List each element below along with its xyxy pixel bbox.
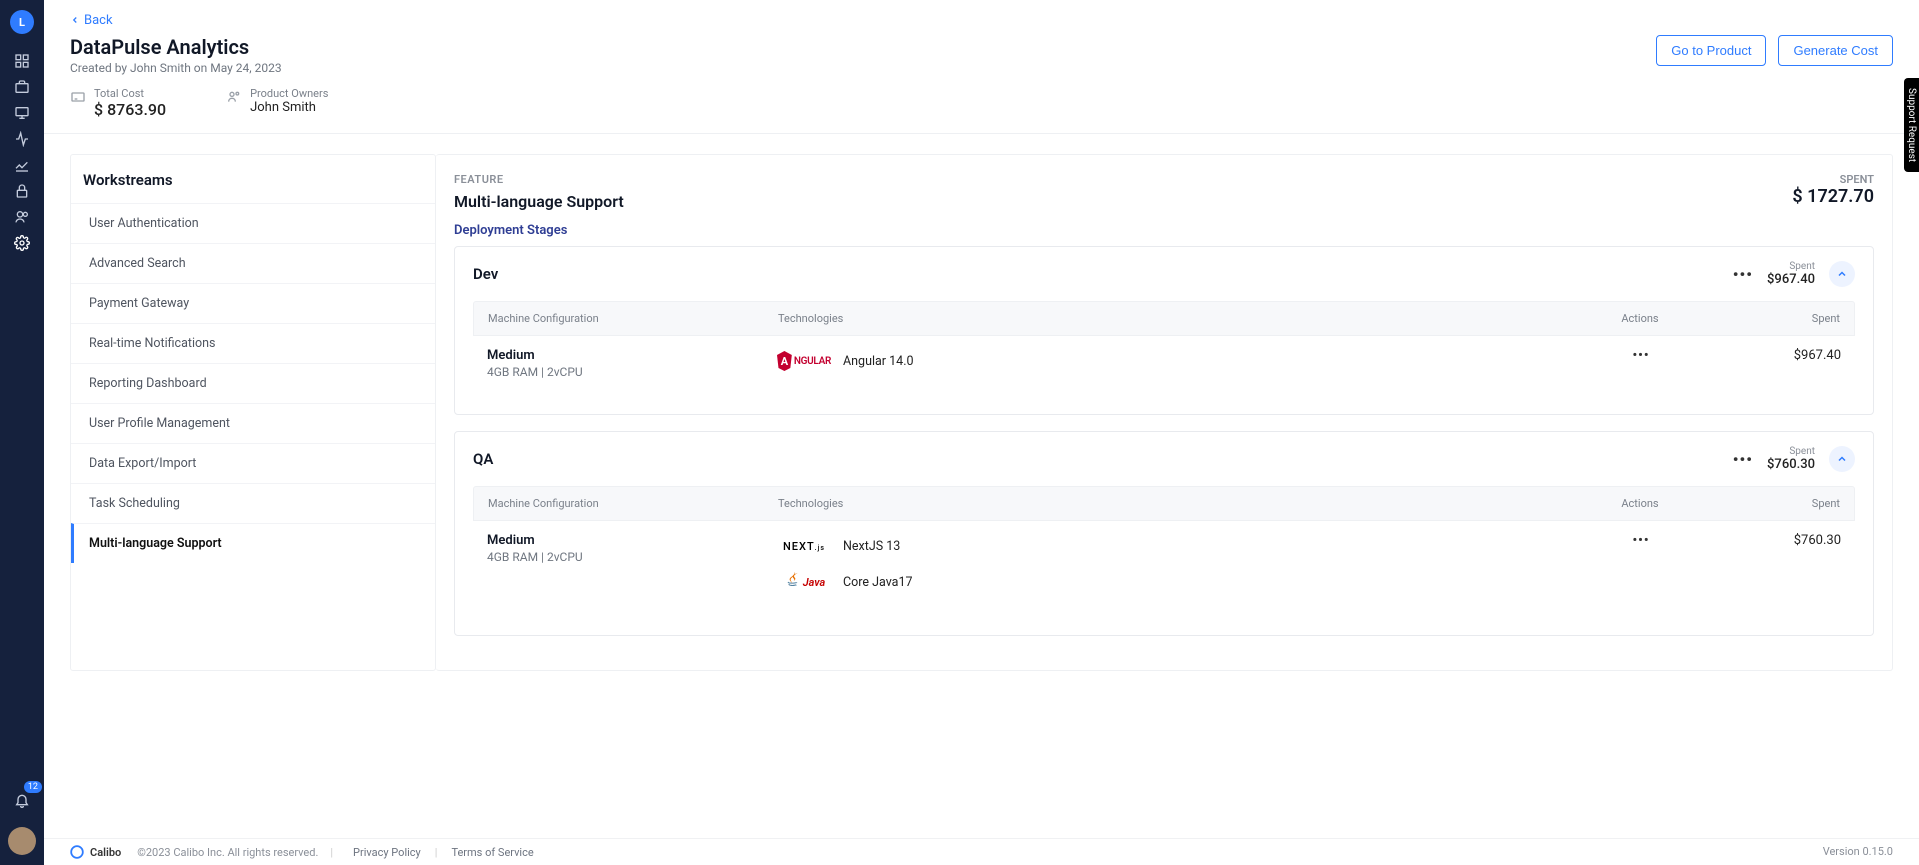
workstream-item[interactable]: Reporting Dashboard	[71, 363, 435, 403]
col-actions: Actions	[1560, 312, 1720, 325]
machine-spec: 4GB RAM | 2vCPU	[487, 550, 777, 564]
workstream-item[interactable]: Data Export/Import	[71, 443, 435, 483]
product-title: DataPulse Analytics	[70, 35, 282, 59]
col-spent: Spent	[1720, 312, 1840, 325]
stage-spent-label: Spent	[1767, 261, 1815, 272]
row-spent: $760.30	[1721, 533, 1841, 548]
col-technologies: Technologies	[778, 497, 1560, 510]
row-actions-menu[interactable]: •••	[1632, 348, 1649, 363]
table-row: Medium 4GB RAM | 2vCPUANGULARAngular 14.0…	[473, 336, 1855, 396]
product-owner-name: John Smith	[250, 100, 328, 115]
collapse-icon[interactable]	[1829, 261, 1855, 287]
workstream-item[interactable]: User Authentication	[71, 203, 435, 243]
collapse-icon[interactable]	[1829, 446, 1855, 472]
topbar: Back DataPulse Analytics Created by John…	[44, 0, 1919, 134]
nav-activity-icon[interactable]	[0, 126, 44, 152]
technology-version: Core Java17	[843, 575, 913, 590]
spent-label: SPENT	[1792, 173, 1874, 186]
col-technologies: Technologies	[778, 312, 1560, 325]
machine-name: Medium	[487, 533, 777, 548]
deployment-stages-title: Deployment Stages	[454, 223, 1874, 238]
machine-name: Medium	[487, 348, 777, 363]
workstream-item[interactable]: Real-time Notifications	[71, 323, 435, 363]
table-header: Machine ConfigurationTechnologiesActions…	[473, 301, 1855, 336]
total-cost-value: $ 8763.90	[94, 100, 166, 119]
stage-actions-menu[interactable]: •••	[1733, 450, 1753, 469]
user-avatar[interactable]	[8, 827, 36, 855]
workstream-item[interactable]: User Profile Management	[71, 403, 435, 443]
technology-item: ANGULARAngular 14.0	[777, 348, 1561, 374]
technology-item: JavaCore Java17	[777, 569, 1561, 595]
stage-spent-value: $760.30	[1767, 457, 1815, 472]
created-by-line: Created by John Smith on May 24, 2023	[70, 61, 282, 75]
col-machine-config: Machine Configuration	[488, 312, 778, 325]
footer: Calibo ©2023 Calibo Inc. All rights rese…	[44, 838, 1919, 865]
footer-copyright: ©2023 Calibo Inc. All rights reserved.	[137, 846, 318, 859]
workstream-item[interactable]: Advanced Search	[71, 243, 435, 283]
side-nav: L 12	[0, 0, 44, 865]
stage-name: QA	[473, 450, 493, 468]
workstreams-panel: Workstreams User AuthenticationAdvanced …	[70, 154, 436, 671]
spent-value: $ 1727.70	[1792, 186, 1874, 207]
workstream-item[interactable]: Multi-language Support	[71, 523, 435, 563]
nav-monitor-icon[interactable]	[0, 100, 44, 126]
col-actions: Actions	[1560, 497, 1720, 510]
nav-chart-icon[interactable]	[0, 152, 44, 178]
row-spent: $967.40	[1721, 348, 1841, 363]
version-label: Version 0.15.0	[1823, 845, 1893, 859]
back-link[interactable]: Back	[70, 13, 113, 28]
feature-label: FEATURE	[454, 173, 624, 186]
footer-brand: Calibo	[90, 846, 121, 859]
deployment-stage-card: Dev•••Spent$967.40Machine ConfigurationT…	[454, 246, 1874, 415]
nav-settings-icon[interactable]	[0, 230, 44, 256]
notification-badge: 12	[24, 781, 42, 793]
feature-title: Multi-language Support	[454, 192, 624, 211]
col-spent: Spent	[1720, 497, 1840, 510]
nav-dashboard-icon[interactable]	[0, 48, 44, 74]
notifications-icon[interactable]: 12	[0, 787, 44, 813]
row-actions-menu[interactable]: •••	[1632, 533, 1649, 548]
table-row: Medium 4GB RAM | 2vCPUNEXT.jsNextJS 13 Jav…	[473, 521, 1855, 617]
workstreams-title: Workstreams	[71, 155, 435, 203]
stage-actions-menu[interactable]: •••	[1733, 265, 1753, 284]
stage-spent-value: $967.40	[1767, 272, 1815, 287]
terms-link[interactable]: Terms of Service	[451, 846, 533, 859]
product-owners-label: Product Owners	[250, 87, 328, 100]
total-cost-label: Total Cost	[94, 87, 166, 100]
workstream-item[interactable]: Task Scheduling	[71, 483, 435, 523]
deployment-stage-card: QA•••Spent$760.30Machine ConfigurationTe…	[454, 431, 1874, 636]
technology-item: NEXT.jsNextJS 13	[777, 533, 1561, 559]
nav-lock-icon[interactable]	[0, 178, 44, 204]
stage-spent-label: Spent	[1767, 446, 1815, 457]
generate-cost-button[interactable]: Generate Cost	[1778, 35, 1893, 66]
product-owners-meta: Product Owners John Smith	[226, 87, 328, 119]
table-header: Machine ConfigurationTechnologiesActions…	[473, 486, 1855, 521]
nav-users-icon[interactable]	[0, 204, 44, 230]
privacy-link[interactable]: Privacy Policy	[353, 846, 421, 859]
technology-version: Angular 14.0	[843, 354, 914, 369]
total-cost-meta: Total Cost $ 8763.90	[70, 87, 166, 119]
technology-version: NextJS 13	[843, 539, 900, 554]
stage-name: Dev	[473, 265, 498, 283]
back-label: Back	[84, 13, 113, 28]
machine-spec: 4GB RAM | 2vCPU	[487, 365, 777, 379]
nav-briefcase-icon[interactable]	[0, 74, 44, 100]
support-request-tab[interactable]: Support Request	[1904, 78, 1919, 172]
workstream-item[interactable]: Payment Gateway	[71, 283, 435, 323]
feature-panel: FEATURE Multi-language Support SPENT $ 1…	[436, 154, 1893, 671]
brand-logo[interactable]: L	[10, 10, 34, 34]
col-machine-config: Machine Configuration	[488, 497, 778, 510]
go-to-product-button[interactable]: Go to Product	[1656, 35, 1766, 66]
